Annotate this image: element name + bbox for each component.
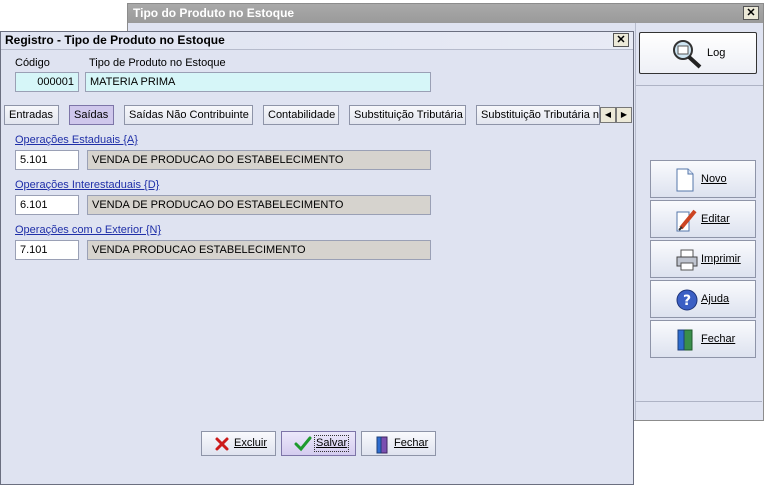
checkmark-icon xyxy=(294,436,312,452)
magnifier-icon xyxy=(673,40,702,69)
fechar-side-button[interactable]: Fechar xyxy=(650,320,756,358)
x-delete-icon xyxy=(215,437,229,451)
operacoes-estaduais-description: VENDA DE PRODUCAO DO ESTABELECIMENTO xyxy=(87,150,431,170)
codigo-field[interactable]: 000001 xyxy=(15,72,79,92)
operacoes-interestaduais-description: VENDA DE PRODUCAO DO ESTABELECIMENTO xyxy=(87,195,431,215)
dialog-close-button[interactable]: ✕ xyxy=(613,33,629,47)
arrow-left-icon: ◀ xyxy=(604,110,612,119)
dialog-titlebar[interactable]: Registro - Tipo de Produto no Estoque xyxy=(1,32,633,50)
operacoes-interestaduais-code-input[interactable]: 6.101 xyxy=(15,195,79,215)
tipo-label: Tipo de Produto no Estoque xyxy=(89,57,226,69)
exit-door-icon xyxy=(677,329,693,351)
close-icon: ✕ xyxy=(616,34,626,46)
exit-door-icon xyxy=(376,436,388,454)
help-icon: ? xyxy=(676,289,698,311)
fechar-label: Fechar xyxy=(394,437,429,449)
salvar-label: Salvar xyxy=(314,435,350,452)
tab-scroll-left-button[interactable]: ◀ xyxy=(600,107,616,123)
registro-dialog: Registro - Tipo de Produto no Estoque ✕ … xyxy=(0,31,634,485)
operacoes-exterior-label[interactable]: Operações com o Exterior {N} xyxy=(15,224,161,236)
operacoes-exterior-description: VENDA PRODUCAO ESTABELECIMENTO xyxy=(87,240,431,260)
fechar-button[interactable]: Fechar xyxy=(361,431,436,456)
svg-text:?: ? xyxy=(683,293,691,309)
log-button[interactable]: Log xyxy=(639,32,757,74)
tab-saidas-nao-contribuinte[interactable]: Saídas Não Contribuinte xyxy=(124,105,253,125)
back-window-close-button[interactable]: ✕ xyxy=(743,6,759,20)
tab-contabilidade[interactable]: Contabilidade xyxy=(263,105,339,125)
editar-label: Editar xyxy=(701,213,730,225)
salvar-button[interactable]: Salvar xyxy=(281,431,356,456)
edit-pencil-icon xyxy=(676,209,697,232)
excluir-label: Excluir xyxy=(234,437,268,449)
operacoes-estaduais-code-input[interactable]: 5.101 xyxy=(15,150,79,170)
back-window-titlebar[interactable]: Tipo do Produto no Estoque xyxy=(128,4,763,23)
tab-substituicao-tributaria-nao[interactable]: Substituição Tributária nã xyxy=(476,105,600,125)
operacoes-exterior-code-input[interactable]: 7.101 xyxy=(15,240,79,260)
operacoes-interestaduais-label[interactable]: Operações Interestaduais {D} xyxy=(15,179,159,191)
log-label: Log xyxy=(707,47,726,59)
tab-entradas[interactable]: Entradas xyxy=(4,105,59,125)
imprimir-button[interactable]: Imprimir xyxy=(650,240,756,278)
ajuda-button[interactable]: ? Ajuda xyxy=(650,280,756,318)
novo-label: Novo xyxy=(701,173,727,185)
close-icon: ✕ xyxy=(746,7,756,19)
ajuda-label: Ajuda xyxy=(701,293,730,305)
arrow-right-icon: ▶ xyxy=(620,110,628,119)
panel-divider xyxy=(636,85,763,86)
fechar-side-label: Fechar xyxy=(701,333,736,345)
status-bar xyxy=(635,401,762,418)
excluir-button[interactable]: Excluir xyxy=(201,431,276,456)
tab-scroll-right-button[interactable]: ▶ xyxy=(616,107,632,123)
tipo-field[interactable]: MATERIA PRIMA xyxy=(85,72,431,92)
operacoes-estaduais-label[interactable]: Operações Estaduais {A} xyxy=(15,134,138,146)
codigo-label: Código xyxy=(15,57,50,69)
tab-saidas[interactable]: Saídas xyxy=(69,105,114,125)
editar-button[interactable]: Editar xyxy=(650,200,756,238)
new-document-icon xyxy=(676,168,694,192)
novo-button[interactable]: Novo xyxy=(650,160,756,198)
tab-substituicao-tributaria[interactable]: Substituição Tributária xyxy=(349,105,466,125)
imprimir-label: Imprimir xyxy=(701,253,741,265)
back-window-title: Tipo do Produto no Estoque xyxy=(133,6,295,20)
printer-icon xyxy=(676,249,698,271)
dialog-title: Registro - Tipo de Produto no Estoque xyxy=(5,33,225,47)
right-side-panel: Log Novo Editar Imprimir ? Ajuda Fechar xyxy=(635,23,763,420)
